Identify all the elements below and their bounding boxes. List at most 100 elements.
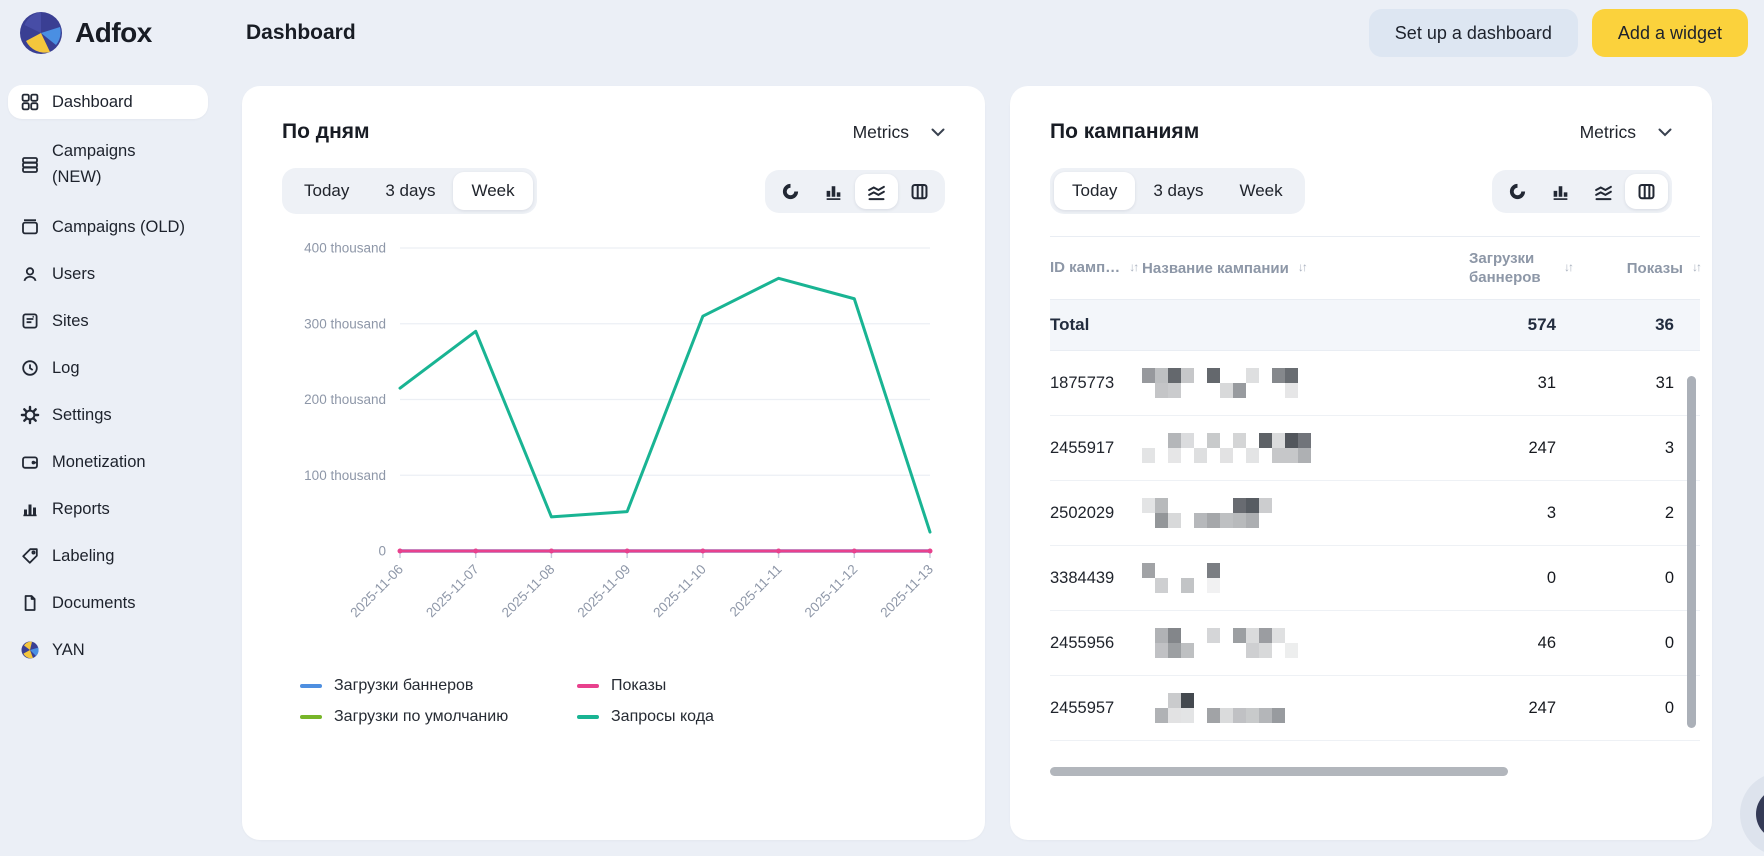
floating-help-button[interactable] — [1740, 772, 1764, 856]
person-icon — [20, 264, 40, 284]
daily-metrics-dropdown[interactable]: Metrics — [853, 122, 945, 143]
daily-card-title: По дням — [282, 120, 370, 144]
svg-text:2025-11-06: 2025-11-06 — [347, 562, 406, 621]
sidebar-item-documents[interactable]: Documents — [8, 586, 208, 620]
chart-type-bar-button[interactable] — [1539, 174, 1582, 209]
table-row[interactable]: 2455917 247 3 — [1050, 416, 1700, 481]
brand-name: Adfox — [75, 17, 152, 49]
campaign-id: 2455956 — [1050, 634, 1142, 653]
svg-text:100 thousand: 100 thousand — [304, 468, 386, 483]
table-body: 1875773 31 31 2455917 247 3 2502029 3 2 — [1050, 351, 1700, 741]
banner-loads-value: 46 — [1412, 634, 1582, 653]
redacted-campaign-name — [1142, 368, 1298, 398]
range-tab-week[interactable]: Week — [453, 172, 532, 210]
svg-text:2025-11-07: 2025-11-07 — [423, 562, 482, 621]
range-tab-week[interactable]: Week — [1221, 172, 1300, 210]
page-lines-icon — [20, 311, 40, 331]
redacted-campaign-name — [1142, 563, 1233, 593]
legend-swatch — [300, 715, 322, 719]
sidebar-item-label: Reports — [52, 500, 110, 519]
legend-item-code-requests: Запросы кода — [577, 708, 945, 726]
campaigns-chart-type-switcher — [1492, 170, 1672, 213]
stack-icon — [20, 155, 40, 175]
sidebar-item-sites[interactable]: Sites — [8, 304, 208, 338]
campaigns-metrics-dropdown[interactable]: Metrics — [1580, 122, 1672, 143]
legend-swatch — [300, 684, 322, 688]
impressions-value: 3 — [1582, 439, 1700, 458]
setup-dashboard-button[interactable]: Set up a dashboard — [1369, 9, 1578, 57]
brand[interactable]: Adfox — [0, 12, 216, 54]
adfox-logo-icon — [20, 12, 62, 54]
legend-swatch — [577, 715, 599, 719]
table-row[interactable]: 2455956 46 0 — [1050, 611, 1700, 676]
sidebar-item-label: YAN — [52, 641, 85, 660]
column-header-campaign-id[interactable]: ID камп… ↓↑ — [1050, 258, 1142, 278]
impressions-value: 0 — [1582, 699, 1700, 718]
table-row[interactable]: 2502029 3 2 — [1050, 481, 1700, 546]
sidebar-item-users[interactable]: Users — [8, 257, 208, 291]
sidebar-item-dashboard[interactable]: Dashboard — [8, 85, 208, 119]
range-tab-today[interactable]: Today — [1054, 172, 1135, 210]
tag-icon — [20, 546, 40, 566]
add-widget-button[interactable]: Add a widget — [1592, 9, 1748, 57]
sidebar-item-yan[interactable]: YAN — [8, 633, 208, 667]
sidebar-item-log[interactable]: Log — [8, 351, 208, 385]
campaigns-widget-card: По кампаниям Metrics Today 3 days Week — [1010, 86, 1712, 840]
legend-label: Показы — [611, 677, 666, 695]
sidebar-item-campaigns-new[interactable]: Campaigns (NEW) — [8, 132, 208, 197]
metrics-label: Metrics — [1580, 122, 1636, 143]
svg-text:0: 0 — [378, 544, 386, 559]
sidebar-item-monetization[interactable]: Monetization — [8, 445, 208, 479]
total-impressions: 36 — [1582, 315, 1700, 335]
campaigns-range-tabs: Today 3 days Week — [1050, 168, 1305, 214]
chart-type-bar-button[interactable] — [812, 174, 855, 209]
banner-loads-value: 0 — [1412, 569, 1582, 588]
total-loads: 574 — [1412, 315, 1582, 335]
range-tab-today[interactable]: Today — [286, 172, 367, 210]
table-row[interactable]: 3384439 0 0 — [1050, 546, 1700, 611]
sort-icon: ↓↑ — [1129, 260, 1137, 274]
sort-icon: ↓↑ — [1564, 260, 1572, 274]
banner-loads-value: 247 — [1412, 439, 1582, 458]
daily-chart-type-switcher — [765, 170, 945, 213]
table-row[interactable]: 1875773 31 31 — [1050, 351, 1700, 416]
main-content: По дням Metrics Today 3 days Week — [216, 66, 1712, 840]
chart-legend: Загрузки баннеров Показы Загрузки по умо… — [282, 677, 945, 726]
legend-item-impressions: Показы — [577, 677, 945, 695]
range-tab-3days[interactable]: 3 days — [367, 172, 453, 210]
svg-text:2025-11-10: 2025-11-10 — [650, 562, 709, 621]
column-header-campaign-name[interactable]: Название кампании ↓↑ — [1142, 260, 1412, 277]
yan-logo-icon — [20, 640, 40, 660]
campaign-id: 3384439 — [1050, 569, 1142, 588]
chart-type-table-button[interactable] — [898, 174, 941, 209]
svg-text:200 thousand: 200 thousand — [304, 392, 386, 407]
column-header-impressions[interactable]: Показы ↓↑ — [1582, 260, 1700, 277]
table-row[interactable]: 2455957 247 0 — [1050, 676, 1700, 741]
sidebar-item-labeling[interactable]: Labeling — [8, 539, 208, 573]
legend-label: Загрузки баннеров — [334, 677, 473, 695]
sidebar-item-campaigns-old[interactable]: Campaigns (OLD) — [8, 210, 208, 244]
column-header-banner-loads[interactable]: Загрузки баннеров ↓↑ — [1412, 249, 1582, 288]
floating-help-button-inner — [1756, 788, 1764, 840]
svg-text:2025-11-12: 2025-11-12 — [802, 562, 861, 621]
bar-chart-icon — [20, 499, 40, 519]
table-header-row: ID камп… ↓↑ Название кампании ↓↑ Загрузк… — [1050, 236, 1700, 300]
sidebar-item-reports[interactable]: Reports — [8, 492, 208, 526]
table-total-row: Total 574 36 — [1050, 300, 1700, 351]
chart-type-line-button[interactable] — [855, 174, 898, 209]
chart-type-pie-button[interactable] — [769, 174, 812, 209]
chart-type-pie-button[interactable] — [1496, 174, 1539, 209]
legend-item-default-loads: Загрузки по умолчанию — [300, 708, 577, 726]
sidebar-item-label: Users — [52, 265, 95, 284]
campaigns-card-title: По кампаниям — [1050, 120, 1199, 144]
vertical-scrollbar[interactable] — [1687, 376, 1696, 728]
chart-type-line-button[interactable] — [1582, 174, 1625, 209]
chart-type-table-button[interactable] — [1625, 174, 1668, 209]
daily-widget-card: По дням Metrics Today 3 days Week — [242, 86, 985, 840]
impressions-value: 2 — [1582, 504, 1700, 523]
sidebar-item-settings[interactable]: Settings — [8, 398, 208, 432]
range-tab-3days[interactable]: 3 days — [1135, 172, 1221, 210]
sidebar-item-label: Dashboard — [52, 93, 133, 112]
horizontal-scrollbar[interactable] — [1050, 767, 1508, 776]
sidebar-item-label: Log — [52, 359, 80, 378]
